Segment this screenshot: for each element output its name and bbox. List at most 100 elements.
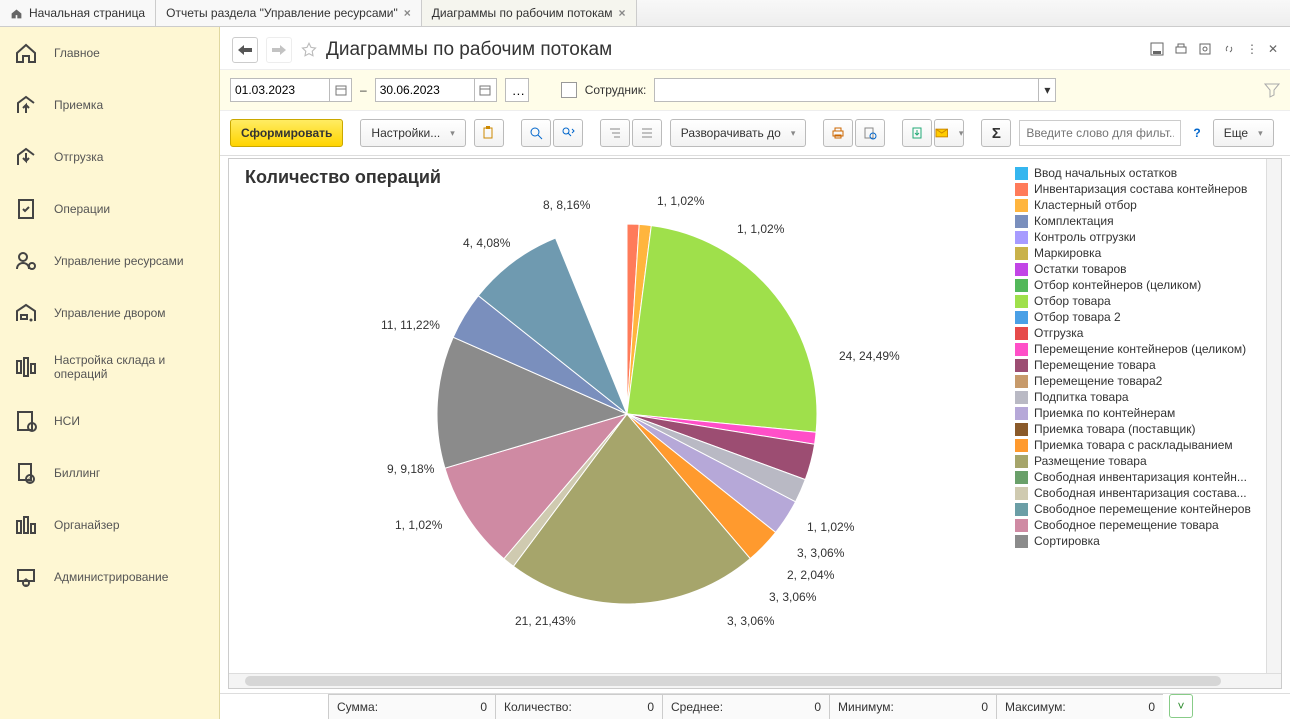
nav-back-button[interactable] [232,37,258,63]
save-layout-icon[interactable] [1150,42,1164,59]
legend-item[interactable]: Контроль отгрузки [1015,229,1275,245]
sidebar-item[interactable]: Управление ресурсами [0,235,219,287]
legend-item[interactable]: Инвентаризация состава контейнеров [1015,181,1275,197]
date-from-input[interactable] [231,83,329,97]
nav-forward-button[interactable] [266,37,292,63]
sidebar-item[interactable]: Администрирование [0,551,219,603]
legend-item[interactable]: Маркировка [1015,245,1275,261]
report-search-input[interactable] [1020,126,1180,140]
date-from-picker-button[interactable] [329,79,351,101]
expand-groups-button[interactable] [632,119,662,147]
legend-item[interactable]: Отгрузка [1015,325,1275,341]
close-page-icon[interactable]: ✕ [1268,42,1278,59]
status-max: Максимум:0 [996,694,1163,719]
window-tab[interactable]: Диаграммы по рабочим потокам× [422,0,637,26]
more-menu-icon[interactable]: ⋮ [1246,42,1258,59]
date-to-field[interactable] [375,78,497,102]
vertical-scrollbar[interactable] [1266,159,1281,674]
sidebar-item[interactable]: $Биллинг [0,447,219,499]
settings-button[interactable]: Настройки... [360,119,465,147]
sum-button[interactable]: Σ [981,119,1011,147]
date-to-input[interactable] [376,83,474,97]
legend-item[interactable]: Отбор товара [1015,293,1275,309]
sidebar-item[interactable]: Настройка склада и операций [0,339,219,395]
print-icon[interactable] [1174,42,1188,59]
period-dialog-button[interactable]: … [505,78,529,102]
sidebar-item[interactable]: Органайзер [0,499,219,551]
legend-item[interactable]: Перемещение товара2 [1015,373,1275,389]
sidebar-item[interactable]: Отгрузка [0,131,219,183]
legend-item[interactable]: Свободное перемещение контейнеров [1015,501,1275,517]
legend-item[interactable]: Перемещение товара [1015,357,1275,373]
sidebar-item[interactable]: НСИ [0,395,219,447]
legend-item[interactable]: Подпитка товара [1015,389,1275,405]
expand-to-button[interactable]: Разворачивать до [670,119,807,147]
chart-area: Количество операций 1, 1,02%1, 1,02%24, … [229,159,1013,673]
link-icon[interactable] [1222,42,1236,59]
legend-item[interactable]: Размещение товара [1015,453,1275,469]
legend-item[interactable]: Комплектация [1015,213,1275,229]
employee-field[interactable]: ▾ [654,78,1056,102]
pie-slice[interactable] [627,226,817,433]
legend-item[interactable]: Перемещение контейнеров (целиком) [1015,341,1275,357]
find-button[interactable] [521,119,551,147]
employee-input[interactable] [655,79,1038,101]
status-toggle-button[interactable]: ˅ [1169,694,1193,718]
filter-icon[interactable] [1264,82,1280,98]
tab-close-icon[interactable]: × [404,6,411,20]
legend-swatch [1015,471,1028,484]
home-icon [10,7,23,20]
sidebar-item[interactable]: Главное [0,27,219,79]
sidebar-item[interactable]: Управление двором [0,287,219,339]
legend-swatch [1015,391,1028,404]
legend-item[interactable]: Сортировка [1015,533,1275,549]
collapse-groups-button[interactable] [600,119,630,147]
status-count: Количество:0 [495,694,662,719]
legend-swatch [1015,503,1028,516]
generate-button[interactable]: Сформировать [230,119,343,147]
legend-item[interactable]: Приемка товара с раскладыванием [1015,437,1275,453]
legend-swatch [1015,487,1028,500]
window-tab[interactable]: Начальная страница [0,0,156,26]
legend-swatch [1015,535,1028,548]
employee-checkbox[interactable] [561,82,577,98]
legend-item[interactable]: Приемка товара (поставщик) [1015,421,1275,437]
yard-icon [14,301,38,325]
legend-item[interactable]: Свободная инвентаризация состава... [1015,485,1275,501]
legend-item[interactable]: Свободное перемещение товара [1015,517,1275,533]
nsi-icon [14,409,38,433]
send-email-button[interactable] [934,119,964,147]
favorite-icon[interactable] [300,41,318,59]
window-tab[interactable]: Отчеты раздела "Управление ресурсами"× [156,0,422,26]
legend-item[interactable]: Свободная инвентаризация контейн... [1015,469,1275,485]
more-button[interactable]: Еще [1213,119,1274,147]
horizontal-scrollbar[interactable] [229,673,1281,688]
legend-item[interactable]: Приемка по контейнерам [1015,405,1275,421]
save-file-button[interactable] [902,119,932,147]
find-next-button[interactable] [553,119,583,147]
legend-label: Свободное перемещение контейнеров [1034,502,1251,516]
legend-label: Свободная инвентаризация состава... [1034,486,1247,500]
preview-icon[interactable] [1198,42,1212,59]
help-button[interactable]: ? [1189,126,1204,140]
out-icon [14,145,38,169]
sidebar-item-label: Управление двором [54,306,166,320]
date-to-picker-button[interactable] [474,79,496,101]
legend-label: Перемещение товара2 [1034,374,1162,388]
sidebar-item[interactable]: Приемка [0,79,219,131]
paste-settings-button[interactable] [474,119,504,147]
report-search-field[interactable] [1019,120,1181,146]
legend-swatch [1015,167,1028,180]
legend-item[interactable]: Отбор товара 2 [1015,309,1275,325]
legend-item[interactable]: Отбор контейнеров (целиком) [1015,277,1275,293]
legend-item[interactable]: Кластерный отбор [1015,197,1275,213]
legend-item[interactable]: Ввод начальных остатков [1015,165,1275,181]
legend-item[interactable]: Остатки товаров [1015,261,1275,277]
sidebar-item[interactable]: Операции [0,183,219,235]
print-button[interactable] [823,119,853,147]
print-preview-button[interactable] [855,119,885,147]
employee-dropdown-button[interactable]: ▾ [1038,79,1055,101]
date-from-field[interactable] [230,78,352,102]
status-min: Минимум:0 [829,694,996,719]
tab-close-icon[interactable]: × [619,6,626,20]
